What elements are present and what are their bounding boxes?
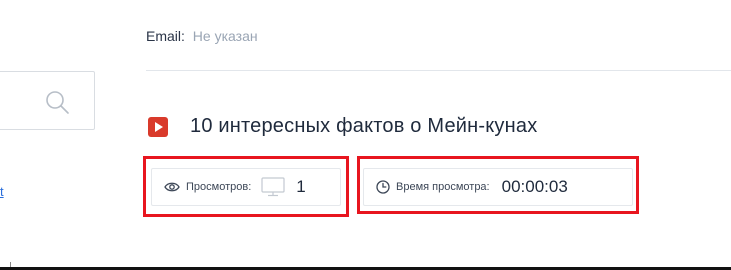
eye-icon: [164, 182, 180, 192]
search-icon[interactable]: [43, 88, 71, 116]
monitor-icon: [261, 177, 285, 197]
clock-icon: [376, 180, 390, 194]
search-box[interactable]: [0, 71, 95, 130]
email-value: Не указан: [192, 28, 258, 44]
email-row: Email: Не указан: [146, 28, 258, 44]
video-title[interactable]: 10 интересных фактов о Мейн-кунах: [190, 115, 537, 138]
video-play-icon: [148, 116, 168, 137]
section-divider: [146, 70, 731, 71]
watch-time-value: 00:00:03: [501, 177, 568, 196]
video-title-row: 10 интересных фактов о Мейн-кунах: [148, 115, 537, 138]
views-label: Просмотров:: [186, 181, 252, 193]
views-stat: Просмотров: 1: [151, 168, 341, 206]
email-label: Email:: [146, 28, 185, 44]
watch-time-stat: Время просмотра: 00:00:03: [363, 168, 633, 206]
watch-time-label: Время просмотра:: [396, 181, 490, 193]
sidebar-link[interactable]: t: [0, 184, 4, 199]
views-count: 1: [296, 177, 306, 196]
